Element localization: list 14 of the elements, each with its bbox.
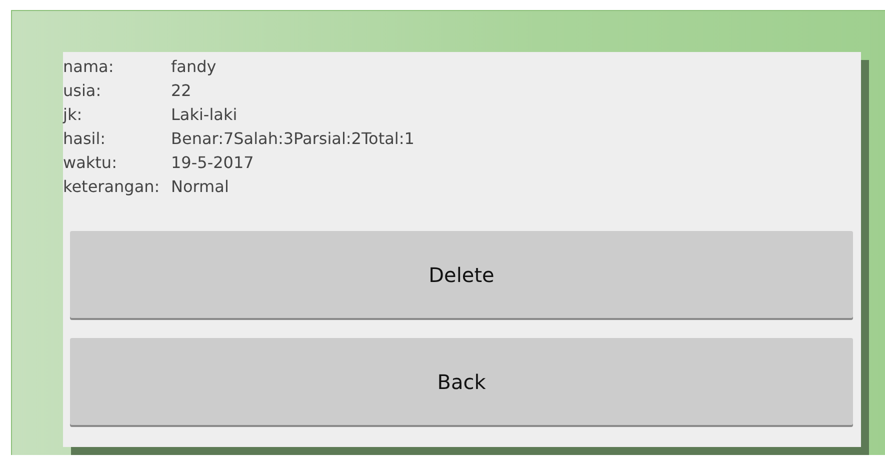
field-value: Normal (171, 176, 230, 198)
field-value: 22 (171, 80, 192, 102)
field-label: jk: (63, 104, 84, 126)
delete-button[interactable]: Delete (70, 231, 853, 318)
field-label: waktu: (63, 152, 118, 174)
field-label: keterangan: (63, 176, 161, 198)
field-label: hasil: (63, 128, 107, 150)
field-value: fandy (171, 56, 218, 78)
field-value: Benar:7Salah:3Parsial:2Total:1 (171, 128, 414, 150)
field-label: usia: (63, 80, 102, 102)
field-label: nama: (63, 56, 115, 78)
field-value: Laki-laki (171, 104, 238, 126)
field-value: 19-5-2017 (171, 152, 255, 174)
back-button[interactable]: Back (70, 338, 853, 425)
